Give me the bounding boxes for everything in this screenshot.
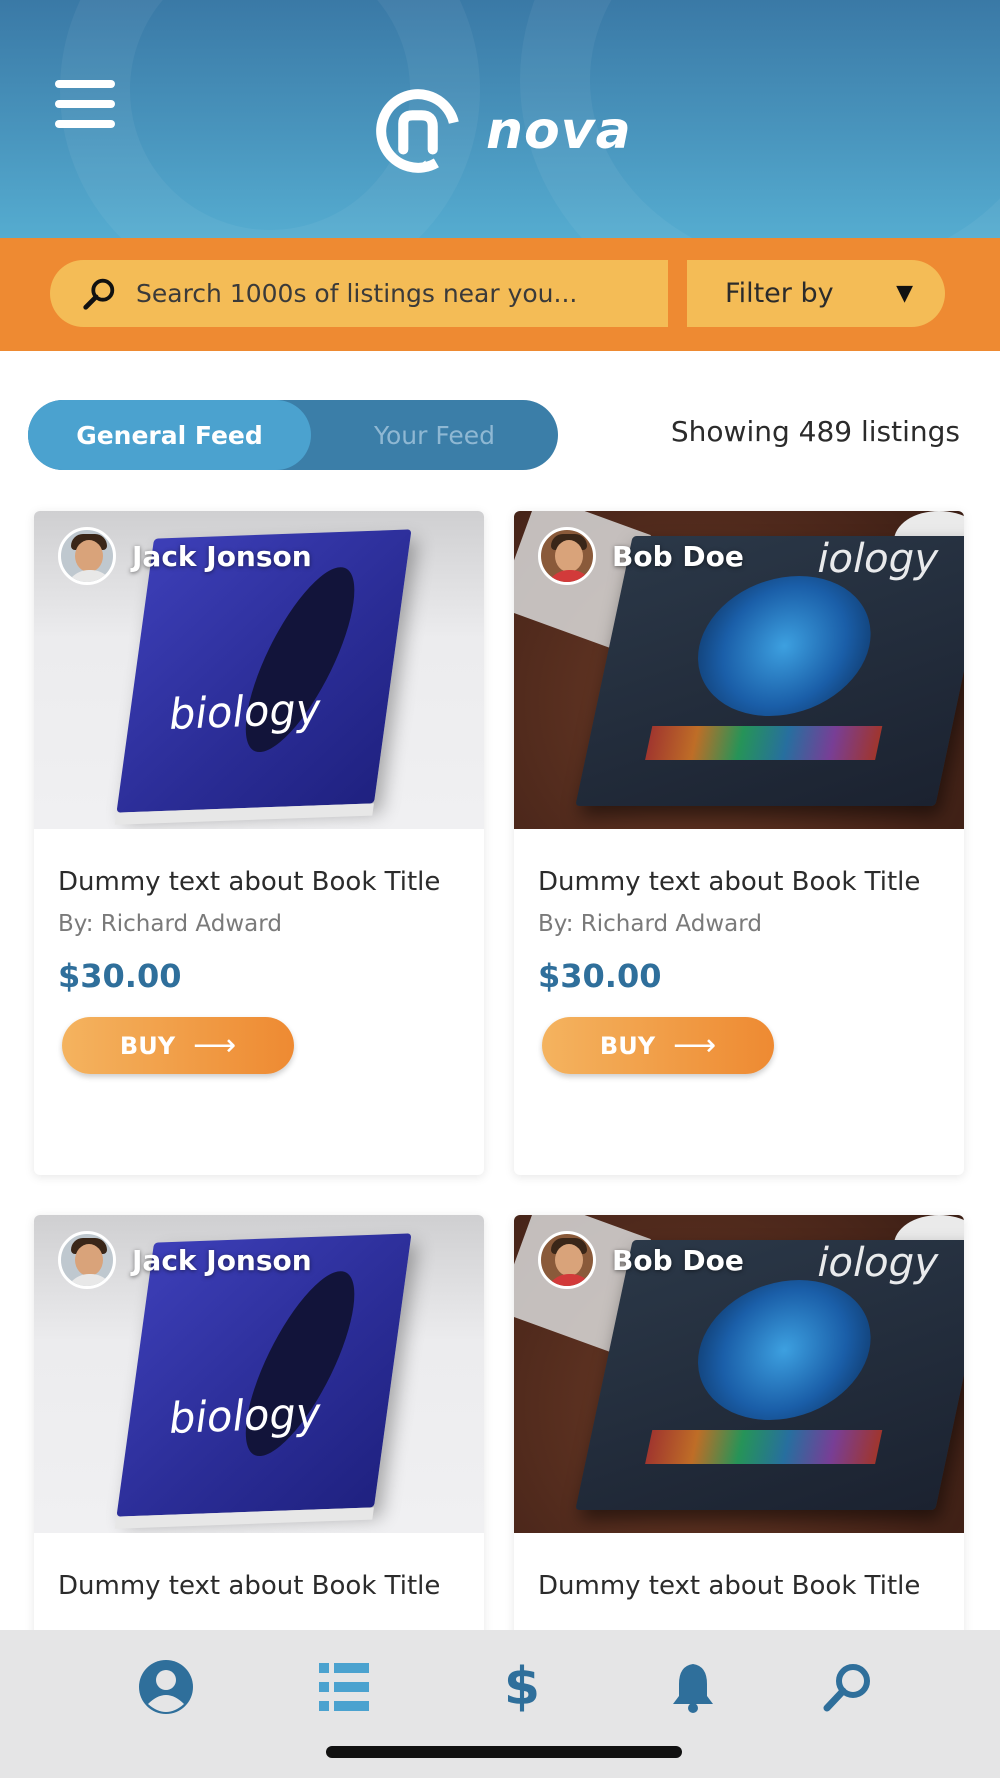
nav-payments[interactable]: $ [487,1652,557,1722]
book-title[interactable]: Dummy text about Book Title [58,859,460,905]
seller-info[interactable]: Jack Jonson [58,527,312,585]
book-price: $30.00 [538,957,662,995]
arrow-right-icon: ⟶ [673,1028,717,1063]
dropdown-arrow-icon: ▼ [896,281,913,306]
tab-general-feed[interactable]: General Feed [28,400,311,470]
avatar[interactable] [58,527,116,585]
seller-name[interactable]: Bob Doe [612,1244,744,1277]
cover-title: biology [165,683,325,740]
avatar[interactable] [538,1231,596,1289]
filter-dropdown[interactable]: Filter by ▼ [687,260,945,327]
nav-feed[interactable] [309,1652,379,1722]
app-header: nova [0,0,1000,238]
book-title[interactable]: Dummy text about Book Title [538,1563,940,1609]
listing-card[interactable]: biology Jack Jonson Dummy text about Boo… [34,1215,484,1655]
tab-your-feed[interactable]: Your Feed [311,400,558,470]
book-title[interactable]: Dummy text about Book Title [538,859,940,905]
book-author: By: Richard Adward [538,911,762,937]
feed-toggle: General Feed Your Feed [28,400,558,470]
search-input[interactable] [136,279,636,308]
buy-label: BUY [119,1031,176,1060]
nav-search[interactable] [813,1652,883,1722]
nav-notifications[interactable] [658,1652,728,1722]
seller-name[interactable]: Jack Jonson [132,1244,312,1277]
user-icon [139,1660,193,1714]
brand-name: nova [486,101,632,161]
search-bar-section: Filter by ▼ [0,238,1000,351]
buy-button[interactable]: BUY ⟶ [542,1017,774,1074]
book-cover-image[interactable]: biology Jack Jonson [34,1215,484,1533]
hamburger-menu-icon[interactable] [55,80,115,130]
buy-label: BUY [599,1031,656,1060]
search-icon [83,278,115,310]
search-box[interactable] [50,260,668,327]
book-cover-image[interactable]: biology Jack Jonson [34,511,484,829]
filter-label: Filter by [725,278,834,309]
cover-title: iology [812,536,943,582]
avatar[interactable] [538,527,596,585]
book-cover-image[interactable]: iology Bob Doe [514,511,964,829]
search-icon [823,1664,870,1712]
nova-logo-mark-icon [376,89,460,173]
nova-logo: nova [372,84,632,178]
home-indicator [326,1746,682,1758]
nav-profile[interactable] [131,1652,201,1722]
seller-info[interactable]: Bob Doe [538,527,744,585]
listing-card[interactable]: iology Bob Doe Dummy text about Book Tit… [514,1215,964,1655]
cover-title: iology [812,1240,943,1286]
list-icon [319,1663,369,1711]
listing-count: Showing 489 listings [670,415,960,448]
buy-button[interactable]: BUY ⟶ [62,1017,294,1074]
book-cover-image[interactable]: iology Bob Doe [514,1215,964,1533]
seller-info[interactable]: Bob Doe [538,1231,744,1289]
avatar[interactable] [58,1231,116,1289]
bottom-navigation: $ [0,1630,1000,1778]
book-price: $30.00 [58,957,182,995]
arrow-right-icon: ⟶ [193,1028,237,1063]
seller-info[interactable]: Jack Jonson [58,1231,312,1289]
book-title[interactable]: Dummy text about Book Title [58,1563,460,1609]
cover-title: biology [165,1387,325,1444]
listing-card[interactable]: biology Jack Jonson Dummy text about Boo… [34,511,484,1175]
listing-card[interactable]: iology Bob Doe Dummy text about Book Tit… [514,511,964,1175]
bell-icon [673,1664,713,1713]
book-author: By: Richard Adward [58,911,282,937]
seller-name[interactable]: Bob Doe [612,540,744,573]
seller-name[interactable]: Jack Jonson [132,540,312,573]
dollar-icon: $ [503,1657,541,1717]
